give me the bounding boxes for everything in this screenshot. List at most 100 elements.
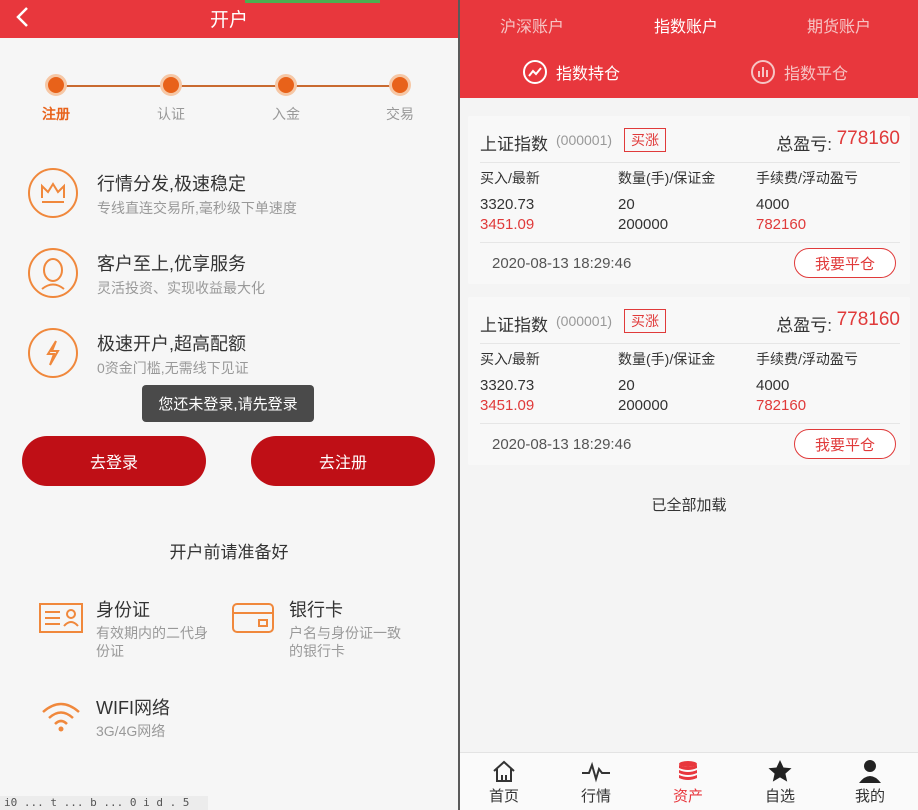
subtab-index-closed[interactable]: 指数平仓 [750, 58, 848, 86]
step-indicator: 注册 认证 入金 交易 [28, 74, 428, 134]
star-icon [768, 760, 792, 782]
user-icon [28, 248, 78, 298]
tab-shanghai-shenzhen[interactable]: 沪深账户 [500, 13, 564, 37]
register-button[interactable]: 去注册 [251, 436, 435, 486]
feature-title: 行情分发,极速稳定 [97, 174, 247, 194]
instrument-name: 上证指数 [480, 316, 548, 335]
step-label: 认证 [157, 106, 185, 122]
prep-item-bank-card: 银行卡 户名与身份证一致的银行卡 [231, 596, 421, 659]
home-icon [493, 760, 515, 782]
pulse-icon [582, 761, 610, 783]
header-bar: 开户 [0, 0, 458, 38]
prep-item-title: WIFI网络 [96, 698, 170, 718]
divider [480, 423, 900, 424]
margin: 200000 [618, 397, 669, 414]
crown-icon [28, 168, 78, 218]
step-verify: 认证 [143, 74, 199, 124]
status-text: i0 ... t ... b ... 0 i d . 5 [0, 796, 208, 810]
wifi-icon [42, 702, 80, 732]
all-loaded-text: 已全部加载 [651, 497, 727, 514]
buy-price: 3320.73 [480, 196, 535, 213]
step-label: 注册 [42, 106, 70, 122]
step-line [56, 85, 400, 87]
step-deposit: 入金 [258, 74, 314, 124]
step-trade: 交易 [372, 74, 428, 124]
subtab-label: 指数平仓 [784, 66, 849, 83]
account-open-panel: 开户 注册 认证 入金 交易 行情分发,极速稳定 专线直连交易所,毫秒级下单速度… [0, 0, 458, 810]
step-register: 注册 [28, 74, 84, 124]
prep-item-id-card: 身份证 有效期内的二代身份证 [38, 596, 228, 659]
bank-card-icon [232, 603, 274, 633]
nav-label: 行情 [580, 788, 611, 805]
nav-assets[interactable]: 资产 [658, 759, 718, 806]
bar-chart-icon [751, 60, 775, 84]
nav-label: 资产 [672, 788, 703, 805]
feature-title: 极速开户,超高配额 [97, 334, 247, 354]
nav-watchlist[interactable]: 自选 [750, 759, 810, 806]
prep-item-title: 身份证 [96, 600, 150, 620]
quantity: 20 [618, 196, 635, 213]
position-card: 上证指数 (000001) 买涨 总盈亏: 778160 买入/最新 数量(手)… [468, 297, 910, 465]
column-header: 手续费/浮动盈亏 [756, 351, 858, 367]
buy-price: 3320.73 [480, 377, 535, 394]
direction-badge: 买涨 [624, 309, 666, 333]
column-header: 手续费/浮动盈亏 [756, 170, 858, 186]
column-header: 数量(手)/保证金 [618, 351, 716, 367]
login-button[interactable]: 去登录 [22, 436, 206, 486]
feature-item: 客户至上,优享服务 灵活投资、实现收益最大化 [28, 248, 428, 300]
bottom-nav: 首页 行情 资产 自选 我的 [460, 752, 918, 810]
step-dot [160, 74, 182, 96]
tab-futures-account[interactable]: 期货账户 [807, 13, 871, 37]
total-pl-value: 778160 [836, 309, 900, 330]
column-header: 买入/最新 [480, 170, 540, 186]
login-toast: 您还未登录,请先登录 [142, 385, 314, 422]
page-title: 开户 [209, 10, 248, 31]
feature-item: 极速开户,超高配额 0资金门槛,无需线下见证 [28, 328, 428, 380]
latest-price: 3451.09 [480, 397, 535, 414]
step-dot [275, 74, 297, 96]
margin: 200000 [618, 216, 669, 233]
step-label: 交易 [386, 106, 414, 122]
column-header: 数量(手)/保证金 [618, 170, 716, 186]
close-position-button[interactable]: 我要平仓 [794, 429, 896, 459]
nav-home[interactable]: 首页 [474, 759, 534, 806]
prep-item-desc: 户名与身份证一致的银行卡 [289, 625, 401, 659]
prep-item-title: 银行卡 [289, 600, 343, 620]
subtab-label: 指数持仓 [556, 66, 621, 83]
total-pl-value: 778160 [836, 128, 900, 149]
total-pl-label: 总盈亏: [776, 135, 832, 154]
card-header: 上证指数 (000001) 买涨 总盈亏: 778160 [480, 128, 900, 156]
nav-label: 首页 [488, 788, 519, 805]
card-header: 上证指数 (000001) 买涨 总盈亏: 778160 [480, 309, 900, 337]
chart-up-icon [523, 60, 547, 84]
tab-index-account[interactable]: 指数账户 [654, 13, 718, 37]
open-time: 2020-08-13 18:29:46 [492, 255, 632, 272]
feature-desc: 灵活投资、实现收益最大化 [97, 280, 265, 296]
divider [480, 162, 900, 163]
coins-icon [679, 761, 697, 780]
account-tabs: 沪深账户 指数账户 期货账户 [460, 0, 918, 46]
person-icon [859, 760, 881, 783]
prep-item-desc: 有效期内的二代身份证 [96, 625, 208, 659]
float-pl: 782160 [756, 397, 807, 414]
subtab-index-holdings[interactable]: 指数持仓 [522, 58, 620, 86]
prep-item-wifi: WIFI网络 3G/4G网络 [38, 694, 228, 754]
feature-item: 行情分发,极速稳定 专线直连交易所,毫秒级下单速度 [28, 168, 428, 220]
divider [480, 343, 900, 344]
instrument-code: (000001) [556, 132, 613, 148]
fee: 4000 [756, 377, 790, 394]
nav-profile[interactable]: 我的 [840, 759, 900, 806]
step-dot [45, 74, 67, 96]
prep-item-desc: 3G/4G网络 [96, 723, 166, 739]
lightning-icon [28, 328, 78, 378]
nav-market[interactable]: 行情 [566, 759, 626, 806]
positions-panel: 沪深账户 指数账户 期货账户 指数持仓 指数平仓 上证指数 (000001) 买… [460, 0, 918, 810]
feature-desc: 0资金门槛,无需线下见证 [97, 360, 249, 376]
divider [480, 242, 900, 243]
fee: 4000 [756, 196, 790, 213]
position-subtabs: 指数持仓 指数平仓 [460, 46, 918, 98]
close-position-button[interactable]: 我要平仓 [794, 248, 896, 278]
open-time: 2020-08-13 18:29:46 [492, 436, 632, 453]
direction-badge: 买涨 [624, 128, 666, 152]
total-pl-label: 总盈亏: [776, 316, 832, 335]
